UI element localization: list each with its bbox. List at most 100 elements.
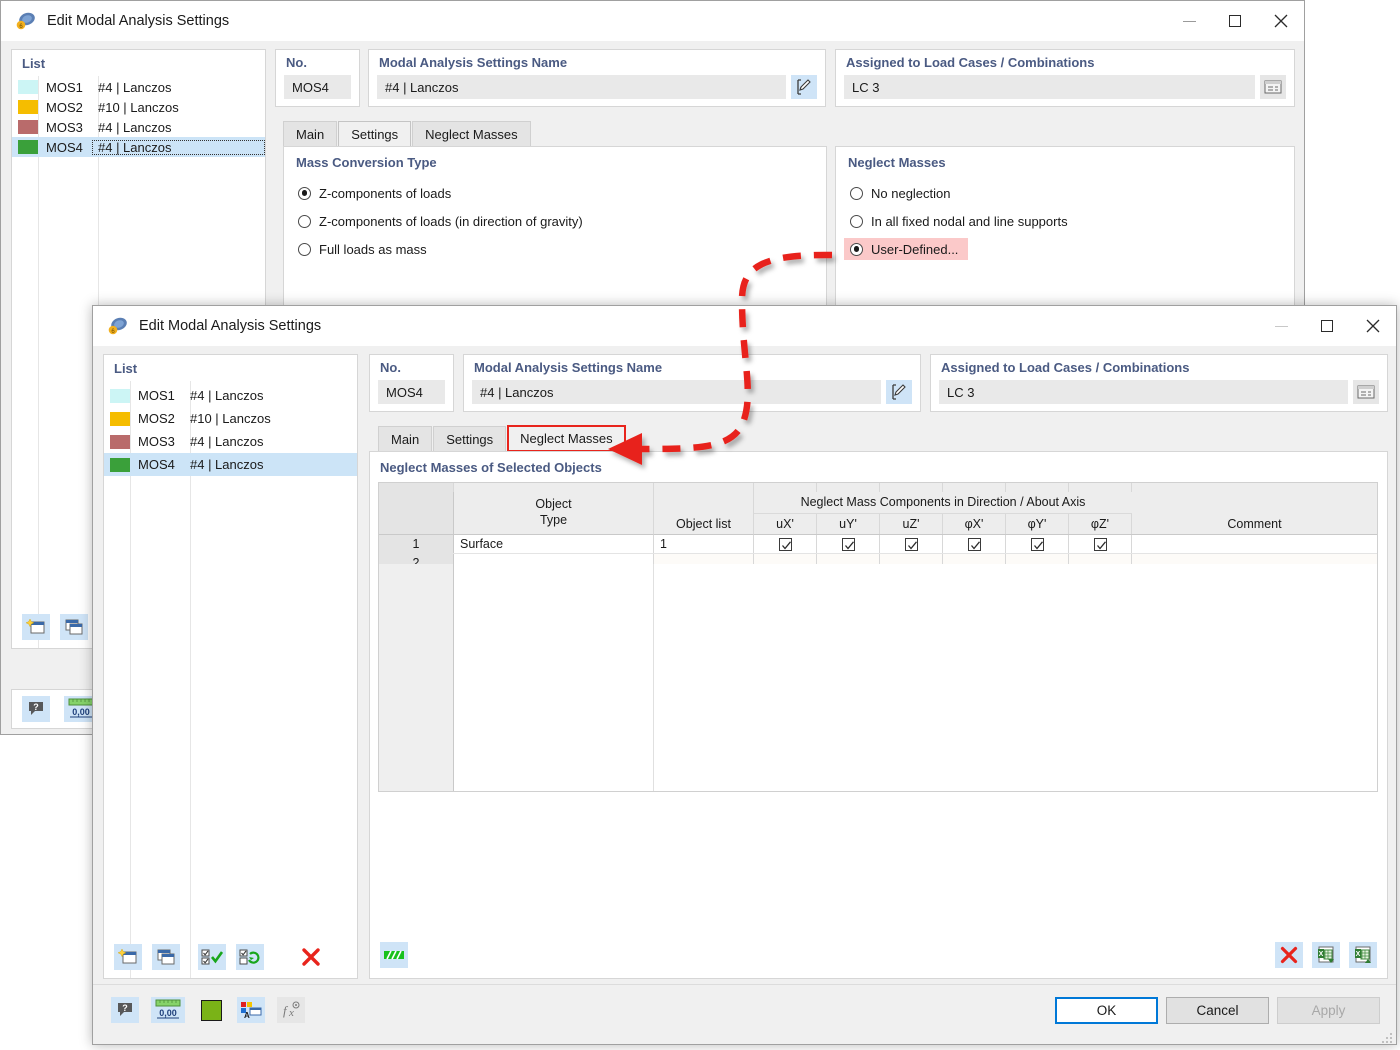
cell-object-list[interactable]: 1 <box>654 535 754 553</box>
cell-object-type[interactable]: Surface <box>454 535 654 553</box>
invert-selection-icon[interactable] <box>236 944 264 970</box>
list-item[interactable]: MOS3 #4 | Lanczos <box>104 430 357 453</box>
radio-z-components-gravity[interactable]: Z-components of loads (in direction of g… <box>298 210 826 232</box>
load-case-picker-icon[interactable] <box>1260 75 1286 99</box>
list-item[interactable]: MOS1 #4 | Lanczos <box>12 77 265 97</box>
checkbox-uX[interactable] <box>778 537 792 551</box>
delete-red-x-icon[interactable] <box>1275 942 1303 968</box>
help-balloon-icon[interactable]: ? <box>22 696 50 722</box>
tab-neglect-masses[interactable]: Neglect Masses <box>412 121 531 146</box>
th-uY: uY' <box>817 513 880 534</box>
cell-object-type-value: Surface <box>460 537 504 551</box>
front-window-title: Edit Modal Analysis Settings <box>139 318 322 334</box>
radio-user-defined[interactable]: User-Defined... <box>844 238 968 260</box>
th-uY-label: uY' <box>839 516 857 531</box>
list-item[interactable]: MOS2 #10 | Lanczos <box>104 407 357 430</box>
load-case-picker-icon[interactable] <box>1353 380 1379 404</box>
checkbox-phiY[interactable] <box>1030 537 1044 551</box>
list-item[interactable]: MOS2 #10 | Lanczos <box>12 97 265 117</box>
radio-full-loads-as-mass[interactable]: Full loads as mass <box>298 238 826 260</box>
tab-neglect-masses[interactable]: Neglect Masses <box>507 425 626 452</box>
copy-window-icon[interactable] <box>60 614 88 640</box>
color-swatch-icon[interactable] <box>197 997 225 1023</box>
back-name-label: Modal Analysis Settings Name <box>379 55 568 70</box>
list-item[interactable]: MOS1 #4 | Lanczos <box>104 384 357 407</box>
copy-window-icon[interactable] <box>152 944 180 970</box>
table-right-toolbar: X X <box>1275 942 1377 968</box>
apply-button: Apply <box>1277 997 1380 1024</box>
maximize-icon[interactable] <box>1304 306 1350 346</box>
resize-grip[interactable] <box>1382 1030 1393 1043</box>
list-item-id: MOS4 <box>138 457 175 472</box>
cell-phiX[interactable] <box>943 535 1006 553</box>
minimize-icon[interactable] <box>1166 1 1212 41</box>
cell-phiY[interactable] <box>1006 535 1069 553</box>
table-left-toolbar <box>380 942 408 968</box>
th-phiX: φX' <box>943 513 1006 534</box>
cell-uZ[interactable] <box>880 535 943 553</box>
tab-main[interactable]: Main <box>283 121 338 146</box>
back-assigned-value[interactable]: LC 3 <box>844 75 1255 99</box>
checkbox-phiX[interactable] <box>967 537 981 551</box>
cell-comment[interactable] <box>1132 535 1377 553</box>
radio-label: Full loads as mass <box>319 241 427 257</box>
list-item[interactable]: MOS3 #4 | Lanczos <box>12 117 265 137</box>
back-window-titlebar[interactable]: 6 Edit Modal Analysis Settings <box>1 1 1304 41</box>
list-item-selected[interactable]: MOS4 #4 | Lanczos <box>12 137 265 157</box>
list-item-name: #10 | Lanczos <box>190 411 271 426</box>
formula-fx-icon[interactable]: f x <box>277 997 305 1023</box>
back-window-controls <box>1166 1 1304 41</box>
list-item-selected[interactable]: MOS4 #4 | Lanczos <box>104 453 357 476</box>
cell-uY[interactable] <box>817 535 880 553</box>
list-item-id: MOS3 <box>138 434 175 449</box>
list-item-color-swatch <box>18 100 38 114</box>
list-item-color-swatch <box>110 457 130 472</box>
checkbox-uZ[interactable] <box>904 537 918 551</box>
new-window-icon[interactable] <box>22 614 50 640</box>
th-object-type-line2: Type <box>539 513 568 527</box>
radio-indicator <box>850 242 863 256</box>
cell-uX[interactable] <box>754 535 817 553</box>
select-all-icon[interactable] <box>198 944 226 970</box>
excel-export-icon[interactable]: X <box>1349 942 1377 968</box>
tab-main[interactable]: Main <box>378 426 433 451</box>
tab-settings[interactable]: Settings <box>338 121 412 146</box>
radio-z-components-of-loads[interactable]: Z-components of loads <box>298 182 826 204</box>
close-icon[interactable] <box>1350 306 1396 346</box>
minimize-icon[interactable] <box>1258 306 1304 346</box>
edit-name-icon[interactable] <box>886 380 912 404</box>
front-list-toolbar <box>114 944 347 970</box>
display-properties-icon[interactable]: A <box>237 997 265 1023</box>
edit-name-icon[interactable] <box>791 75 817 99</box>
list-item-name: #10 | Lanczos <box>98 99 179 115</box>
checkbox-uY[interactable] <box>841 537 855 551</box>
back-no-value[interactable]: MOS4 <box>284 75 351 99</box>
cell-phiZ[interactable] <box>1069 535 1132 553</box>
excel-import-icon[interactable]: X <box>1312 942 1340 968</box>
maximize-icon[interactable] <box>1212 1 1258 41</box>
radio-no-neglection[interactable]: No neglection <box>850 182 1294 204</box>
back-window-title: Edit Modal Analysis Settings <box>47 13 230 29</box>
front-window-body: List MOS1 #4 | Lanczos MOS2 #10 | Lanczo… <box>93 346 1396 1044</box>
help-balloon-icon[interactable]: ? <box>111 997 139 1023</box>
checkbox-phiZ[interactable] <box>1093 537 1107 551</box>
front-name-value[interactable]: #4 | Lanczos <box>472 380 881 404</box>
tab-settings[interactable]: Settings <box>433 426 507 451</box>
close-icon[interactable] <box>1258 1 1304 41</box>
cancel-button[interactable]: Cancel <box>1166 997 1269 1024</box>
list-item-color-swatch <box>18 80 38 94</box>
new-window-icon[interactable] <box>114 944 142 970</box>
radio-in-all-fixed-supports[interactable]: In all fixed nodal and line supports <box>850 210 1294 232</box>
front-no-value[interactable]: MOS4 <box>378 380 445 404</box>
units-ruler-icon[interactable]: 0,00 <box>151 997 185 1023</box>
list-item-color-swatch <box>18 120 38 134</box>
front-assigned-value[interactable]: LC 3 <box>939 380 1348 404</box>
list-item-id: MOS3 <box>46 119 83 135</box>
front-window-titlebar[interactable]: 6 Edit Modal Analysis Settings <box>93 306 1396 346</box>
delete-red-x-icon[interactable] <box>297 944 325 970</box>
back-list-toolbar <box>22 614 88 640</box>
back-name-value[interactable]: #4 | Lanczos <box>377 75 786 99</box>
surface-hatch-icon[interactable] <box>380 942 408 968</box>
ok-button[interactable]: OK <box>1055 997 1158 1024</box>
table-row[interactable]: 1 Surface 1 <box>379 535 1377 554</box>
